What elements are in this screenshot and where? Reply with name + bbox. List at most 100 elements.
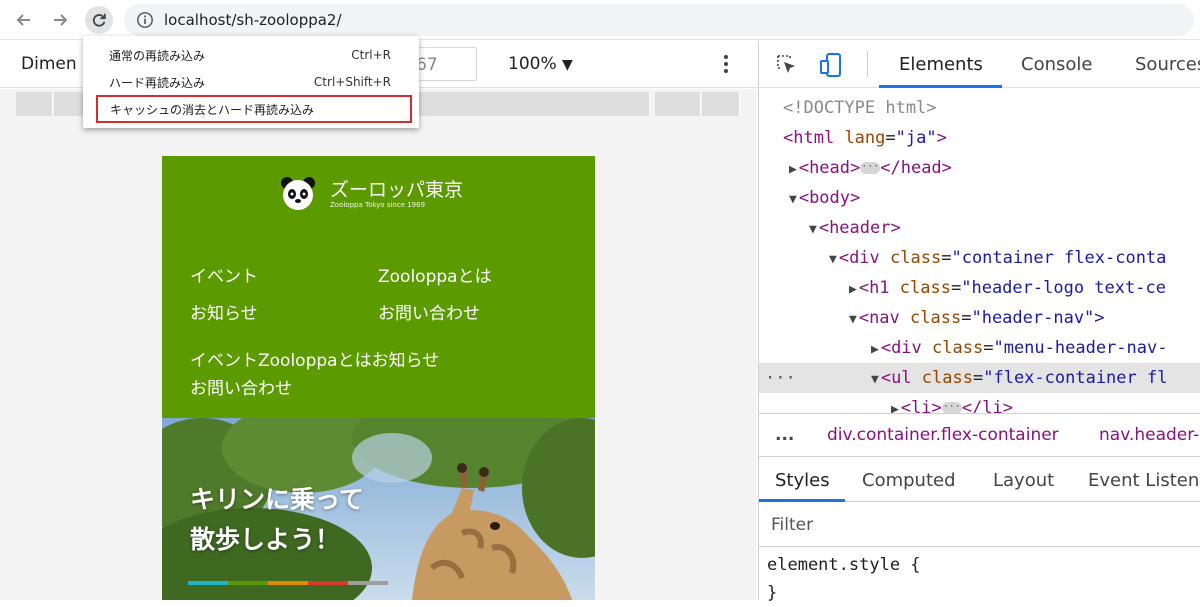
url-text[interactable]: localhost/sh-zooloppa2/ — [164, 11, 342, 29]
tab-computed[interactable]: Computed — [862, 470, 956, 491]
stripe — [268, 581, 308, 585]
collapse-triangle-icon[interactable]: ▼ — [809, 222, 817, 237]
expand-triangle-icon[interactable]: ▶ — [849, 282, 857, 297]
collapse-triangle-icon[interactable]: ▼ — [849, 312, 857, 327]
reload-context-menu: 通常の再読み込み Ctrl+R ハード再読み込み Ctrl+Shift+R キャ… — [83, 36, 419, 128]
breadcrumb-item[interactable]: div.container.flex-container — [827, 425, 1059, 445]
attr-name: class — [890, 248, 942, 268]
dom-node-div-container[interactable]: ▼ <div class="container flex-conta — [829, 243, 1166, 273]
ruler-segment[interactable] — [16, 92, 53, 116]
active-tab-indicator — [879, 85, 1002, 88]
toolbar-divider — [867, 51, 868, 77]
dom-node-html[interactable]: <html lang="ja"> — [783, 123, 947, 153]
tab-styles[interactable]: Styles — [775, 470, 830, 491]
ellipsis-icon[interactable]: ··· — [860, 162, 881, 174]
rule-close: } — [767, 583, 778, 603]
tab-sources[interactable]: Sources — [1135, 54, 1200, 75]
dom-node-header[interactable]: ▼ <header> — [809, 213, 901, 243]
dom-tree: <!DOCTYPE html> <html lang="ja"> ▶ <head>… — [759, 89, 1200, 413]
tab-elements[interactable]: Elements — [899, 54, 983, 75]
nav-link-event[interactable]: イベント — [190, 262, 258, 287]
nav-link-news[interactable]: お知らせ — [190, 299, 258, 324]
device-toolbar-icon[interactable] — [817, 51, 845, 79]
brand-tagline: Zooloppa Tokyo since 1969 — [330, 201, 426, 209]
ruler-segment[interactable] — [415, 92, 650, 116]
chevron-down-icon: ▼ — [562, 57, 573, 73]
nav-inline-contact[interactable]: お問い合わせ — [190, 374, 292, 399]
forward-button[interactable] — [48, 8, 72, 32]
arrow-left-icon — [16, 14, 30, 26]
dom-node-li[interactable]: ▶ <li>···</li> — [891, 393, 1013, 413]
style-rules: element.style { } — [767, 551, 921, 607]
back-button[interactable] — [12, 8, 36, 32]
attr-name: class — [899, 278, 951, 298]
zoom-dropdown[interactable]: 100% ▼ — [508, 54, 573, 74]
breadcrumb-more[interactable]: ... — [775, 425, 794, 445]
info-icon[interactable] — [136, 11, 154, 29]
dom-node-nav[interactable]: ▼ <nav class="header-nav"> — [849, 303, 1105, 333]
dom-node-h1[interactable]: ▶ <h1 class="header-logo text-ce — [849, 273, 1166, 303]
collapse-triangle-icon[interactable]: ▼ — [871, 372, 879, 387]
ruler-segment[interactable] — [655, 92, 701, 116]
tag-close: </head> — [880, 158, 952, 178]
dom-node-body[interactable]: ▼ <body> — [789, 183, 860, 213]
tag-name: <nav — [858, 308, 900, 328]
tag-name: <h1 — [858, 278, 890, 298]
ruler-segment[interactable] — [702, 92, 740, 116]
panda-icon — [281, 177, 315, 210]
doctype-text: <!DOCTYPE html> — [783, 98, 937, 118]
attr-value: "flex-container fl — [983, 368, 1168, 388]
menu-item-shortcut: Ctrl+Shift+R — [313, 75, 391, 89]
ellipsis-icon[interactable]: ··· — [941, 402, 962, 413]
more-options-icon[interactable] — [716, 53, 736, 77]
menu-item-hard-reload[interactable]: ハード再読み込み Ctrl+Shift+R — [97, 71, 407, 93]
styles-tab-bar: Styles Computed Layout Event Listene — [759, 458, 1200, 502]
tag-name: <body> — [798, 188, 861, 208]
attr-value: "header-logo text-ce — [961, 278, 1166, 298]
dimensions-dropdown[interactable]: Dimen — [21, 54, 77, 74]
tag-name: <div — [880, 338, 922, 358]
dom-node-head[interactable]: ▶ <head>···</head> — [789, 153, 952, 183]
attr-name: class — [910, 308, 962, 328]
tab-event-listeners[interactable]: Event Listene — [1088, 470, 1200, 491]
emulated-page: ズーロッパ東京 Zooloppa Tokyo since 1969 イベント Z… — [162, 156, 595, 600]
attr-name: lang — [844, 128, 886, 148]
zoom-value: 100% — [508, 54, 557, 74]
attr-value: "menu-header-nav- — [993, 338, 1168, 358]
tag-close: </li> — [961, 398, 1013, 413]
hero-heading-line: キリンに乗って — [190, 485, 364, 514]
dom-node-ul-selected[interactable]: ··· ▼ <ul class="flex-container fl — [759, 363, 1200, 393]
tag-name: <div — [838, 248, 880, 268]
expand-triangle-icon[interactable]: ▶ — [871, 342, 879, 357]
browser-toolbar: localhost/sh-zooloppa2/ — [0, 0, 1200, 40]
nav-link-contact[interactable]: お問い合わせ — [378, 299, 480, 324]
menu-item-normal-reload[interactable]: 通常の再読み込み Ctrl+R — [97, 44, 407, 66]
menu-item-empty-cache-hard-reload[interactable]: キャッシュの消去とハード再読み込み — [96, 95, 412, 123]
attr-value: "ja" — [895, 128, 937, 148]
tab-console[interactable]: Console — [1021, 54, 1092, 75]
collapse-triangle-icon[interactable]: ▼ — [789, 192, 797, 207]
gutter-dots[interactable]: ··· — [765, 363, 796, 393]
nav-link-about[interactable]: Zooloppaとは — [378, 262, 492, 287]
menu-item-shortcut: Ctrl+R — [351, 48, 391, 62]
tab-layout[interactable]: Layout — [993, 470, 1054, 491]
expand-triangle-icon[interactable]: ▶ — [789, 162, 797, 177]
color-stripe-bar — [188, 581, 388, 585]
address-bar[interactable]: localhost/sh-zooloppa2/ — [124, 4, 1194, 36]
reload-button[interactable] — [85, 6, 113, 34]
rule-selector[interactable]: element.style { — [767, 551, 921, 579]
filter-input[interactable] — [763, 509, 1197, 541]
site-header: ズーロッパ東京 Zooloppa Tokyo since 1969 イベント Z… — [162, 156, 595, 418]
collapse-triangle-icon[interactable]: ▼ — [829, 252, 837, 267]
nav-inline-links[interactable]: イベントZooloppaとはお知らせ — [190, 346, 439, 371]
dom-node-div-menu[interactable]: ▶ <div class="menu-header-nav- — [871, 333, 1167, 363]
site-logo[interactable]: ズーロッパ東京 Zooloppa Tokyo since 1969 — [280, 176, 463, 212]
menu-item-label: キャッシュの消去とハード再読み込み — [110, 102, 315, 117]
attr-value: "container flex-conta — [951, 248, 1167, 268]
dom-node-doctype[interactable]: <!DOCTYPE html> — [783, 93, 937, 123]
inspect-element-icon[interactable] — [775, 53, 799, 77]
expand-triangle-icon[interactable]: ▶ — [891, 402, 899, 413]
menu-item-label: ハード再読み込み — [109, 75, 206, 90]
hero-heading-line: 散歩しよう！ — [190, 525, 341, 554]
breadcrumb-item[interactable]: nav.header- — [1099, 425, 1199, 445]
